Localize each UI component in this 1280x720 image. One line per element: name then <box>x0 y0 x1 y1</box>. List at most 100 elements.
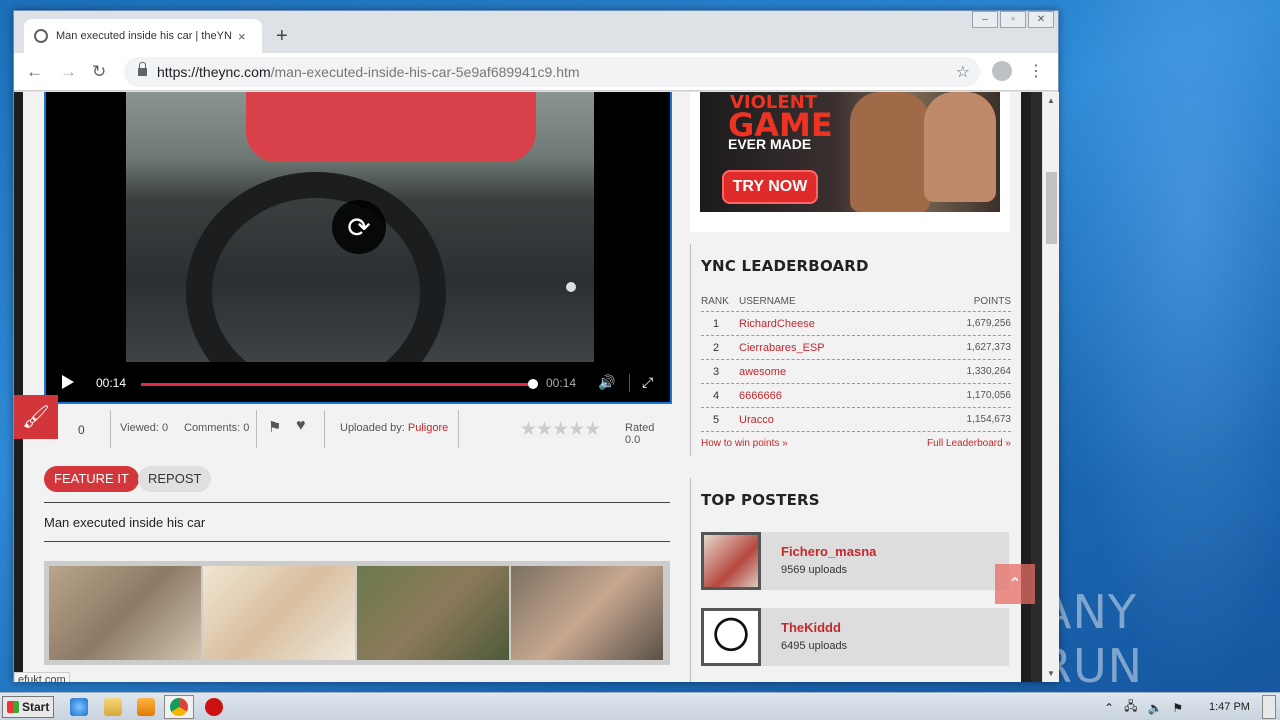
col-points: POINTS <box>973 296 1011 307</box>
scroll-thumb[interactable] <box>1046 172 1057 244</box>
username-link[interactable]: awesome <box>739 366 931 378</box>
opera-icon[interactable] <box>205 698 223 716</box>
page-left-border <box>14 92 23 682</box>
show-desktop-button[interactable] <box>1262 695 1276 719</box>
viewed-count: Viewed: 0 <box>120 422 169 434</box>
scroll-up-icon[interactable]: ▲ <box>1047 96 1055 105</box>
page-viewport: ⟳ 00:14 00:14 🔊 ⤢ 🖌 0 Viewed: 0 Comments… <box>14 92 1042 682</box>
points: 1,170,056 <box>966 390 1012 401</box>
duration: 00:14 <box>546 376 577 390</box>
how-to-win-link[interactable]: How to win points » <box>701 438 788 449</box>
scrollbar[interactable]: ▲ ▼ <box>1042 92 1059 682</box>
address-bar[interactable]: https://theync.com/man-executed-inside-h… <box>124 57 980 87</box>
username-link[interactable]: RichardCheese <box>739 318 931 330</box>
related-thumbnail[interactable] <box>49 566 201 660</box>
scroll-down-icon[interactable]: ▼ <box>1047 669 1055 678</box>
rating-stars[interactable]: ★★★★★ <box>520 418 601 441</box>
leaderboard-row: 3 awesome 1,330,264 <box>701 360 1011 384</box>
reload-icon[interactable]: ↻ <box>92 62 106 82</box>
bookmark-star-icon[interactable]: ☆ <box>956 62 970 82</box>
heart-icon[interactable]: ♥ <box>296 417 306 435</box>
avatar <box>701 532 761 590</box>
poster-card[interactable]: TheKiddd 6495 uploads <box>701 608 1009 666</box>
current-time: 00:14 <box>96 376 127 390</box>
status-bar-url: efukt.com <box>14 672 70 682</box>
feature-it-button[interactable]: FEATURE IT <box>44 466 139 492</box>
forward-icon[interactable]: → <box>60 62 77 82</box>
flag-icon[interactable]: ⚑ <box>268 418 281 436</box>
network-icon[interactable]: 🖧 <box>1124 697 1137 718</box>
back-icon[interactable]: ← <box>26 62 43 82</box>
video-description: Man executed inside his car <box>44 515 206 530</box>
poster-name[interactable]: TheKiddd <box>781 620 841 635</box>
stats-divider <box>110 410 111 448</box>
likes-count: 0 <box>78 423 85 437</box>
replay-icon[interactable]: ⟳ <box>332 200 386 254</box>
ie-icon[interactable] <box>70 698 88 716</box>
video-scene-person <box>246 92 536 162</box>
volume-icon[interactable]: 🔊 <box>598 374 615 391</box>
avatar <box>701 608 761 666</box>
uploaded-by: Uploaded by: Puligore <box>340 422 448 434</box>
points: 1,154,673 <box>966 414 1012 425</box>
globe-icon <box>34 29 48 43</box>
related-thumbnail[interactable] <box>511 566 663 660</box>
col-username: USERNAME <box>739 296 796 307</box>
username-link[interactable]: 6666666 <box>739 390 931 402</box>
divider <box>44 541 670 542</box>
url-host: https://theync.com <box>157 64 271 80</box>
right-sidebar: VIOLENT GAME EVER MADE TRY NOW YNC LEADE… <box>690 92 1012 682</box>
play-icon[interactable] <box>62 375 74 389</box>
video-player[interactable]: ⟳ 00:14 00:14 🔊 ⤢ <box>44 92 672 404</box>
start-button[interactable]: Start <box>2 696 54 718</box>
leaderboard-table: RANK USERNAME POINTS 1 RichardCheese 1,6… <box>701 292 1011 449</box>
full-leaderboard-link[interactable]: Full Leaderboard » <box>927 438 1011 449</box>
explorer-icon[interactable] <box>104 698 122 716</box>
browser-toolbar: ← → ↻ https://theync.com/man-executed-in… <box>14 53 1058 91</box>
username-link[interactable]: Cierrabares_ESP <box>739 342 931 354</box>
action-center-icon[interactable]: ⚑ <box>1172 701 1183 715</box>
volume-tray-icon[interactable]: 🔈 <box>1147 701 1162 715</box>
menu-icon[interactable]: ⋮ <box>1028 61 1044 81</box>
stats-divider <box>324 410 325 448</box>
media-player-icon[interactable] <box>137 698 155 716</box>
new-tab-button[interactable]: + <box>276 25 288 48</box>
tray-expand-icon[interactable]: ⌃ <box>1104 701 1114 715</box>
progress-bar[interactable] <box>141 383 533 386</box>
profile-avatar-icon[interactable] <box>992 61 1012 81</box>
col-rank: RANK <box>701 296 729 307</box>
lock-icon <box>138 62 147 76</box>
leaderboard-header: RANK USERNAME POINTS <box>701 292 1011 312</box>
leaderboard-row: 5 Uracco 1,154,673 <box>701 408 1011 432</box>
tab-close-icon[interactable]: × <box>238 29 246 44</box>
comments-count: Comments: 0 <box>184 422 250 434</box>
rank: 4 <box>713 389 720 402</box>
tab-strip: Man executed inside his car | theYNC × + <box>14 11 1058 53</box>
ad-figure <box>850 92 930 212</box>
points: 1,330,264 <box>966 366 1012 377</box>
points: 1,627,373 <box>966 342 1012 353</box>
poster-name[interactable]: Fichero_masna <box>781 544 876 559</box>
ad-banner[interactable]: VIOLENT GAME EVER MADE TRY NOW <box>700 92 1000 212</box>
back-to-top-button[interactable]: ⌃ <box>995 564 1035 604</box>
sidebar-divider <box>690 478 691 682</box>
taskbar: Start ⌃ 🖧 🔈 ⚑ 1:47 PM <box>0 692 1280 720</box>
fullscreen-icon[interactable]: ⤢ <box>642 374 653 391</box>
related-videos <box>44 561 670 665</box>
stats-divider <box>256 410 257 448</box>
browser-window: ‒ ▫ ✕ Man executed inside his car | theY… <box>13 10 1059 682</box>
tab-active[interactable]: Man executed inside his car | theYNC × <box>24 19 262 53</box>
progress-knob[interactable] <box>528 379 538 389</box>
related-thumbnail[interactable] <box>203 566 355 660</box>
poster-card[interactable]: Fichero_masna 9569 uploads <box>701 532 1009 590</box>
uploader-link[interactable]: Puligore <box>408 422 448 434</box>
url-path: /man-executed-inside-his-car-5e9af689941… <box>270 64 580 80</box>
ad-cta-button[interactable]: TRY NOW <box>722 170 818 204</box>
start-label: Start <box>22 700 50 714</box>
windows-flag-icon <box>7 701 19 713</box>
related-thumbnail[interactable] <box>357 566 509 660</box>
clock[interactable]: 1:47 PM <box>1209 701 1250 713</box>
rank: 2 <box>713 341 720 354</box>
repost-button[interactable]: REPOST <box>138 466 212 492</box>
username-link[interactable]: Uracco <box>739 414 931 426</box>
